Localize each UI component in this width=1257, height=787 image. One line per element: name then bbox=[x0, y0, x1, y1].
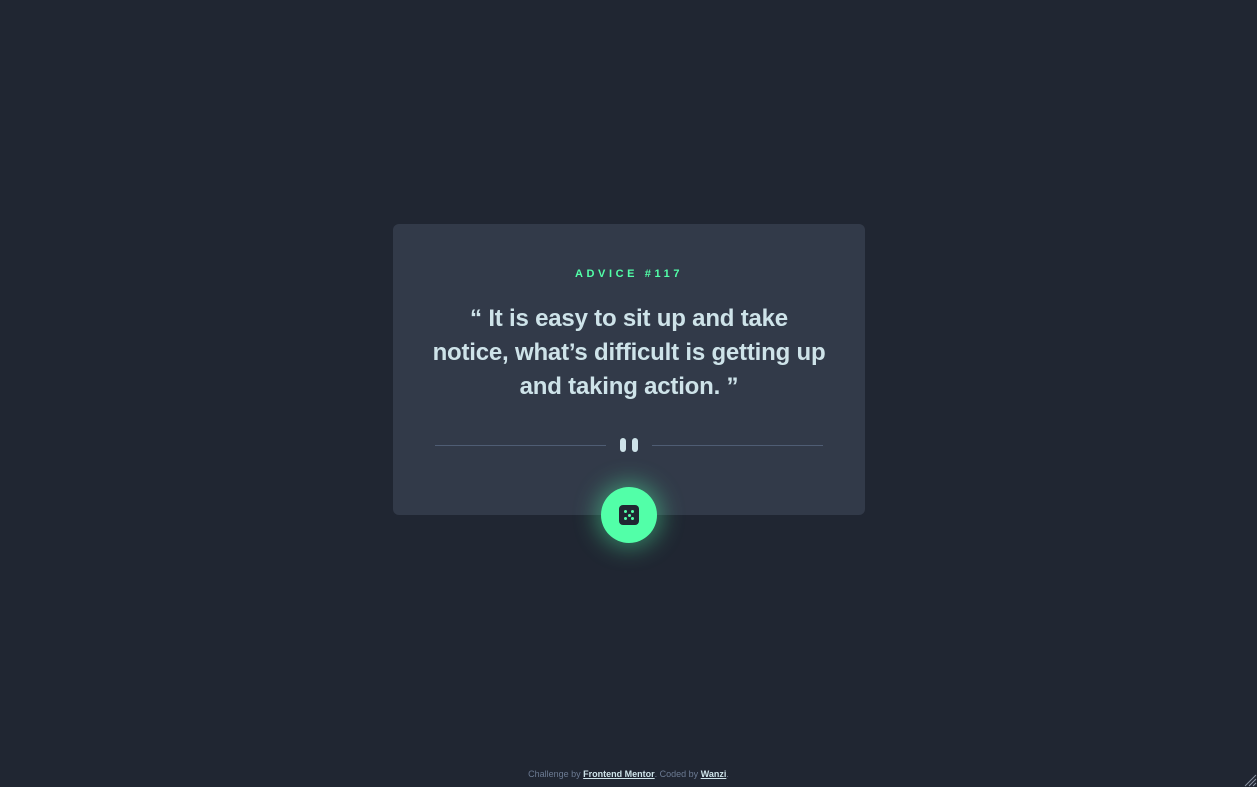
dice-icon bbox=[619, 505, 639, 525]
divider-line-left bbox=[435, 445, 606, 446]
author-link[interactable]: Wanzi bbox=[701, 769, 727, 779]
frontend-mentor-link[interactable]: Frontend Mentor bbox=[583, 769, 655, 779]
divider bbox=[435, 437, 823, 453]
page: ADVICE #117 “ It is easy to sit up and t… bbox=[0, 0, 1257, 787]
pause-icon bbox=[619, 438, 639, 452]
attribution-middle: . Coded by bbox=[654, 769, 701, 779]
attribution-suffix: . bbox=[726, 769, 729, 779]
divider-line-right bbox=[652, 445, 823, 446]
advice-card: ADVICE #117 “ It is easy to sit up and t… bbox=[393, 224, 865, 515]
advice-quote: “ It is easy to sit up and take notice, … bbox=[432, 305, 826, 400]
advice-number: ADVICE #117 bbox=[574, 268, 684, 280]
new-advice-button[interactable] bbox=[601, 487, 657, 543]
attribution-prefix: Challenge by bbox=[528, 769, 584, 779]
attribution: Challenge by Frontend Mentor. Coded by W… bbox=[0, 769, 1257, 779]
resize-handle-icon[interactable] bbox=[1243, 773, 1257, 787]
